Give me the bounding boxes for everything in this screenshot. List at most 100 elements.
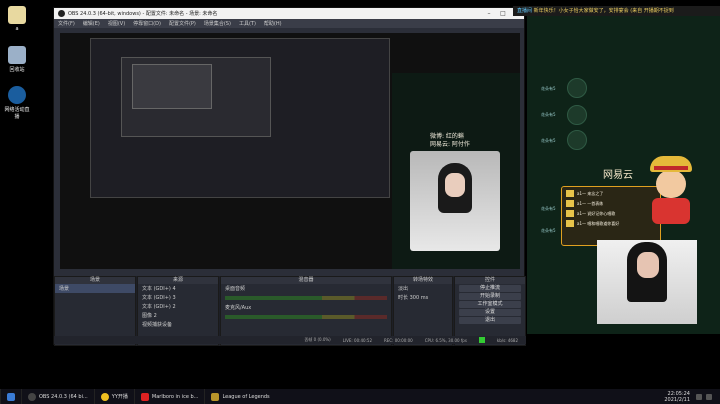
game-label: 花朵有5 [541,138,556,143]
streamer-video [410,151,500,251]
desktop-icon-label: 回收站 [9,67,25,73]
hat-band [654,166,688,170]
source-item[interactable]: 文本 (GDI+) 2 [138,302,218,311]
studio-mode-button[interactable]: 工作室模式 [459,301,521,308]
mascot-head [656,170,686,198]
taskbar: OBS 24.0.3 (64 bi... YY开播 Marlboro in ic… [0,389,720,404]
duration-value[interactable]: 300 ms [410,295,429,301]
cartoon-mascot [648,156,694,226]
menu-bar: 文件(F) 编辑(E) 视图(V) 停靠窗口(D) 配置文件(P) 场景集合(S… [54,19,524,28]
obs-window: OBS 24.0.3 (64-bit, windows) - 配置文件: 未命名… [53,7,526,346]
source-item[interactable]: 文本 (GDI+) 3 [138,293,218,302]
menu-scene-collection[interactable]: 场景集合(S) [204,20,231,27]
music-icon [140,392,149,401]
desktop-icon-label: 网络活动直播 [4,107,30,120]
ticker-bar: 直播间 新年快乐！小女子恰大家做安了，安排宴会 (来自 开播期不捉到 [513,6,720,16]
recycle-bin-icon [8,46,26,64]
nested-capture [90,38,390,198]
game-label: 花朵有5 [541,228,556,233]
system-tray [696,393,712,400]
source-item[interactable]: 图像 2 [138,311,218,320]
window-title: OBS 24.0.3 (64-bit, windows) - 配置文件: 未命名… [68,11,218,17]
settings-button[interactable]: 设置 [459,309,521,316]
duration-row: 时长 300 ms [394,293,452,302]
ticker-text: 新年快乐！小女子恰大家做安了，安排宴会 (来自 开播期不捉到 [533,8,674,14]
gift-row: a1一 说好记你心唱歌 [566,210,656,217]
mascot-shirt [652,198,690,224]
ticker-badge: 直播间 [517,8,533,14]
file-icon [8,6,26,24]
obs-titlebar[interactable]: OBS 24.0.3 (64-bit, windows) - 配置文件: 未命名… [54,8,524,19]
taskbar-item-lol[interactable]: League of Legends [204,389,275,404]
taskbar-item-music[interactable]: Marlboro in ice b... [133,389,205,404]
start-recording-button[interactable]: 开始录制 [459,293,521,300]
netease-text: 网易云: 阿付作 [430,141,470,148]
taskbar-item-yy[interactable]: YY开播 [93,389,134,404]
system-clock[interactable]: 22:05:24 2021/2/11 [664,391,696,403]
gift-text: a1一 一首表练 [577,200,604,206]
obs-app-icon [58,10,65,17]
volume-icon[interactable] [706,393,712,400]
gift-panel: a1一 来念之了 a1一 一首表练 a1一 说好记你心唱歌 a1一 唱和唱歌道你… [561,186,661,246]
gift-icon [566,210,574,217]
desktop-icon-live[interactable]: 网络活动直播 [4,86,30,120]
menu-file[interactable]: 文件(F) [58,20,75,27]
dropped-frames: 丢帧 0 (0.0%) [304,337,331,342]
menu-view[interactable]: 视图(V) [108,20,125,27]
league-icon [211,392,220,401]
exit-button[interactable]: 退出 [459,317,521,324]
network-icon[interactable] [696,393,702,400]
menu-docks[interactable]: 停靠窗口(D) [133,20,161,27]
gift-text: a1一 来念之了 [577,190,604,196]
maximize-button[interactable]: □ [496,10,510,17]
menu-help[interactable]: 帮助(H) [264,20,282,27]
windows-icon [7,392,15,401]
streamer-name-overlay: 微博: 红的蝌 网易云: 阿付作 [430,133,470,149]
game-label: 花朵有5 [541,86,556,91]
status-bar: 丢帧 0 (0.0%) LIVE: 00:40:52 REC: 00:00:00… [54,336,526,344]
obs-icon [28,392,36,401]
mixer-header: 混音器 [221,277,391,284]
transitions-header: 转场特效 [394,277,452,284]
scene-item[interactable]: 场景 [55,284,135,293]
sources-header: 来源 [138,277,218,284]
stop-streaming-button[interactable]: 停止推流 [459,285,521,292]
transition-select[interactable]: 淡出 [394,284,452,293]
source-item[interactable]: 视频捕获设备 [138,320,218,329]
gift-row: a1一 来念之了 [566,190,656,197]
duration-label: 时长 [398,295,409,301]
rec-time: REC: 00:00:00 [384,337,413,343]
bitrate: kb/s: 4682 [496,337,518,343]
scenes-header: 场景 [55,277,135,284]
weibo-text: 微博: 红的蝌 [430,133,464,140]
game-circle [567,130,587,150]
menu-tools[interactable]: 工具(T) [239,20,256,27]
gift-icon [566,200,574,207]
clock-time: 22:05:24 [667,390,690,397]
streamer-cam [597,240,697,324]
streamer-face [445,173,465,197]
gift-text: a1一 唱和唱歌道你喜好 [577,220,620,226]
taskbar-item-obs[interactable]: OBS 24.0.3 (64 bi... [21,389,94,404]
preview-canvas[interactable]: 微博: 红的蝌 网易云: 阿付作 Marlboro in ice b... Le… [60,33,526,294]
start-button[interactable] [0,389,21,404]
desktop: a 回收站 网络活动直播 OBS 24.0.3 (64-bit, windows… [0,0,720,404]
live-indicator [478,337,485,343]
source-item[interactable]: 文本 (GDI+) 4 [138,284,218,293]
nested-capture-2 [121,57,271,137]
desktop-icon-label: a [15,26,19,32]
menu-profile[interactable]: 配置文件(P) [169,20,196,27]
yy-icon [100,392,109,401]
mixer-channel-name: 桌面音频 [225,286,246,292]
minimize-button[interactable]: – [482,10,496,17]
taskbar-label: YY开播 [111,394,128,400]
desktop-icon-a[interactable]: a [4,6,30,32]
mixer-channel-name: 麦克风/Aux [225,305,252,311]
streamer-face [637,252,659,278]
game-circle [567,105,587,125]
cpu-usage: CPU: 6.5%, 30.00 fps [424,337,467,343]
recycle-bin[interactable]: 回收站 [4,46,30,73]
gift-text: a1一 说好记你心唱歌 [577,210,616,216]
gift-icon [566,220,574,227]
menu-edit[interactable]: 编辑(E) [83,20,100,27]
